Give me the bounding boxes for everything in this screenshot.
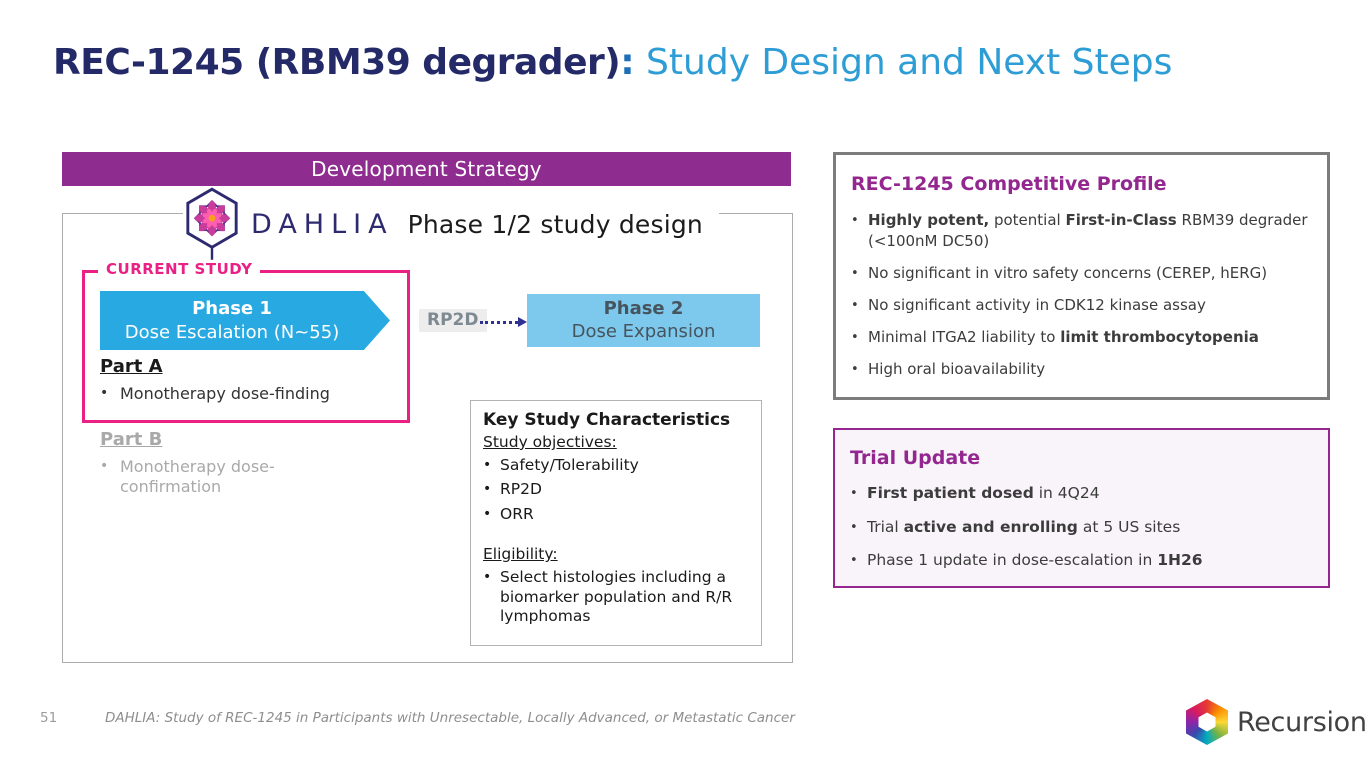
- key-study-title: Key Study Characteristics: [483, 410, 749, 430]
- competitive-profile-title: REC-1245 Competitive Profile: [851, 173, 1315, 195]
- trial-update-title: Trial Update: [850, 447, 1316, 469]
- recursion-logo: Recursion.: [1186, 699, 1365, 745]
- arrowhead-icon: [518, 317, 527, 327]
- profile-bullet: Highly potent, potential First-in-Class …: [851, 210, 1315, 252]
- part-b-bullet-text: Monotherapy dose-confirmation: [120, 457, 315, 497]
- profile-bullet: High oral bioavailability: [851, 359, 1315, 380]
- bullet-text: Phase 1 update in dose-escalation in: [867, 551, 1157, 569]
- bullet-text: active and enrolling: [904, 518, 1078, 536]
- phase2-box: Phase 2 Dose Expansion: [527, 294, 760, 347]
- bullet-text: Minimal ITGA2 liability to: [868, 328, 1060, 346]
- objective-item: Safety/Tolerability: [483, 456, 749, 475]
- profile-bullet: No significant activity in CDK12 kinase …: [851, 295, 1315, 316]
- part-b-heading: Part B: [100, 429, 315, 450]
- page-title-colon: :: [620, 42, 634, 83]
- part-b-section: Part B Monotherapy dose-confirmation: [100, 429, 315, 497]
- bullet-text: High oral bioavailability: [868, 359, 1045, 380]
- recursion-hexagon-icon: [1186, 699, 1228, 745]
- eligibility-item: Select histologies including a biomarker…: [483, 568, 749, 626]
- development-strategy-label: Development Strategy: [311, 157, 542, 181]
- phase2-title: Phase 2: [604, 298, 684, 321]
- profile-bullet: No significant in vitro safety concerns …: [851, 263, 1315, 284]
- rp2d-dotted-arrow-icon: [480, 314, 527, 330]
- footnote: DAHLIA: Study of REC-1245 in Participant…: [105, 710, 795, 726]
- trial-bullet: Trial active and enrolling at 5 US sites: [850, 517, 1316, 539]
- part-a-heading: Part A: [100, 356, 330, 377]
- objective-item: RP2D: [483, 480, 749, 499]
- bullet-text: No significant in vitro safety concerns …: [868, 263, 1267, 284]
- dahlia-logo-icon: [183, 186, 241, 262]
- study-objectives-heading: Study objectives:: [483, 433, 749, 451]
- bullet-text: First patient dosed: [867, 484, 1034, 502]
- eligibility-heading: Eligibility:: [483, 545, 749, 563]
- bullet-text: First-in-Class: [1065, 211, 1176, 229]
- phase1-title: Phase 1: [192, 297, 272, 320]
- eligibility-text: Select histologies including a biomarker…: [500, 568, 749, 626]
- trial-update-box: Trial Update First patient dosed in 4Q24…: [833, 428, 1330, 588]
- part-a-bullet: Monotherapy dose-finding: [100, 384, 330, 404]
- study-design-header: DAHLIA Phase 1/2 study design: [183, 186, 719, 262]
- bullet-text: potential: [989, 211, 1065, 229]
- objective-text: Safety/Tolerability: [500, 456, 639, 475]
- objective-item: ORR: [483, 505, 749, 524]
- phase2-subtitle: Dose Expansion: [572, 321, 716, 344]
- objective-text: RP2D: [500, 480, 542, 499]
- page-title-main: REC-1245 (RBM39 degrader): [53, 42, 620, 83]
- rp2d-chip: RP2D: [419, 309, 487, 332]
- page-title-subtitle: Study Design and Next Steps: [635, 42, 1173, 83]
- recursion-wordmark: Recursion.: [1237, 707, 1365, 738]
- key-study-characteristics-box: Key Study Characteristics Study objectiv…: [470, 400, 762, 646]
- page-title: REC-1245 (RBM39 degrader): Study Design …: [53, 42, 1172, 83]
- dotted-line: [480, 321, 518, 324]
- bullet-text: Highly potent,: [868, 211, 989, 229]
- development-strategy-header: Development Strategy: [62, 152, 791, 186]
- trial-bullet: Phase 1 update in dose-escalation in 1H2…: [850, 550, 1316, 572]
- bullet-text: in 4Q24: [1034, 484, 1100, 502]
- competitive-profile-box: REC-1245 Competitive Profile Highly pote…: [833, 152, 1330, 400]
- current-study-label: CURRENT STUDY: [98, 260, 260, 278]
- phase1-arrow: Phase 1 Dose Escalation (N~55): [100, 291, 390, 350]
- slide: REC-1245 (RBM39 degrader): Study Design …: [0, 0, 1365, 768]
- part-a-section: Part A Monotherapy dose-finding: [100, 356, 330, 404]
- bullet-text: Trial: [867, 518, 904, 536]
- dahlia-wordmark: DAHLIA: [251, 209, 394, 240]
- phase1-subtitle: Dose Escalation (N~55): [125, 321, 339, 344]
- bullet-text: at 5 US sites: [1078, 518, 1180, 536]
- trial-bullet: First patient dosed in 4Q24: [850, 483, 1316, 505]
- bullet-text: limit thrombocytopenia: [1060, 328, 1259, 346]
- part-a-bullet-text: Monotherapy dose-finding: [120, 384, 330, 404]
- profile-bullet: Minimal ITGA2 liability to limit thrombo…: [851, 327, 1315, 348]
- study-design-title: Phase 1/2 study design: [408, 210, 703, 239]
- objective-text: ORR: [500, 505, 534, 524]
- spacer: [483, 524, 749, 545]
- bullet-text: 1H26: [1157, 551, 1202, 569]
- part-b-bullet: Monotherapy dose-confirmation: [100, 457, 315, 497]
- bullet-text: No significant activity in CDK12 kinase …: [868, 295, 1206, 316]
- page-number: 51: [40, 710, 57, 726]
